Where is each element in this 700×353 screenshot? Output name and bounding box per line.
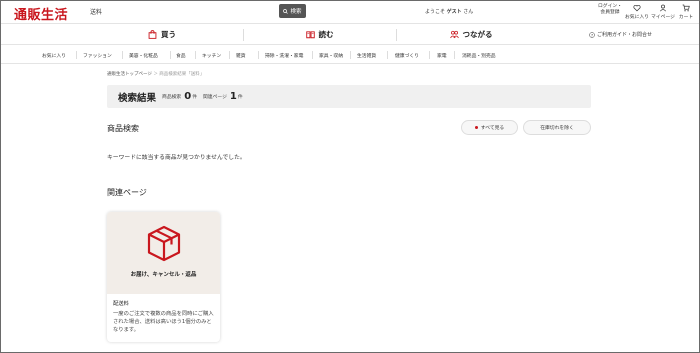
site-logo[interactable]: 通販生活 bbox=[14, 4, 68, 23]
mypage-label: マイページ bbox=[651, 15, 675, 20]
tab-connect[interactable]: つながる bbox=[396, 24, 546, 45]
category-item[interactable]: お気に入り bbox=[42, 52, 66, 59]
category-divider bbox=[258, 51, 259, 59]
category-divider bbox=[122, 51, 123, 59]
no-results-message: キーワードに該当する商品が見つかりませんでした。 bbox=[107, 155, 246, 161]
guide-label: ご利用ガイド・お問合せ bbox=[597, 32, 653, 38]
exclude-out-of-stock-button[interactable]: 在庫切れを除く bbox=[523, 120, 591, 135]
result-title: 検索結果 bbox=[118, 92, 157, 104]
heart-icon bbox=[633, 5, 641, 12]
cart-icon bbox=[682, 4, 690, 12]
category-item[interactable]: キッチン bbox=[202, 52, 221, 59]
card-image-caption: お届け、キャンセル・返品 bbox=[130, 272, 197, 278]
exclude-out-of-stock-label: 在庫切れを除く bbox=[540, 126, 574, 131]
category-divider bbox=[229, 51, 230, 59]
category-item[interactable]: 家電 bbox=[437, 52, 447, 59]
site-header: 通販生活 検索 ようこそ ゲスト さん ログイン・ 会員登録 お気に入り マイペ… bbox=[1, 1, 699, 23]
category-item[interactable]: 健康づくり bbox=[395, 52, 419, 59]
active-dot-icon bbox=[474, 126, 478, 129]
show-all-label: すべて見る bbox=[480, 126, 505, 131]
category-bar: お気に入り ファッション 美容・化粧品 食品 キッチン 雑貨 掃除・洗濯・家電 … bbox=[1, 46, 699, 64]
breadcrumb-current: 商品検索結果「送料」 bbox=[159, 72, 205, 77]
welcome-message: ようこそ ゲスト さん bbox=[425, 8, 473, 15]
people-icon bbox=[449, 30, 459, 39]
category-item[interactable]: 雑貨 bbox=[236, 52, 246, 59]
category-item[interactable]: 生活雑貨 bbox=[357, 52, 376, 59]
category-item[interactable]: 消耗品・別売品 bbox=[462, 52, 496, 59]
product-search-heading: 商品検索 bbox=[107, 124, 139, 133]
category-divider bbox=[350, 51, 351, 59]
breadcrumb-separator: ＞ bbox=[153, 72, 158, 77]
breadcrumb-home[interactable]: 通販生活トップページ bbox=[107, 72, 152, 77]
category-divider bbox=[76, 51, 77, 59]
page: 通販生活 検索 ようこそ ゲスト さん ログイン・ 会員登録 お気に入り マイペ… bbox=[0, 0, 700, 353]
favorites-label: お気に入り bbox=[625, 15, 649, 20]
tab-read-label: 読む bbox=[318, 30, 334, 39]
login-link[interactable]: ログイン・ 会員登録 bbox=[598, 4, 622, 16]
category-item[interactable]: 家具・収納 bbox=[319, 52, 343, 59]
search-button-label: 検索 bbox=[290, 9, 302, 15]
page-count-label: 関連ページ bbox=[203, 95, 227, 100]
welcome-user: ゲスト bbox=[446, 9, 462, 15]
search-input[interactable] bbox=[84, 4, 279, 18]
mypage-link[interactable]: マイページ bbox=[651, 4, 675, 20]
category-item[interactable]: 美容・化粧品 bbox=[129, 52, 158, 59]
cart-link[interactable]: カート bbox=[677, 4, 695, 20]
card-description: 一度のご注文で複数の商品を同時にご購入された場合、送料は高いほう1個分のみとなり… bbox=[113, 311, 214, 333]
card-title: 配送料 bbox=[113, 301, 129, 307]
welcome-suffix: さん bbox=[463, 9, 474, 15]
breadcrumb: 通販生活トップページ ＞ 商品検索結果「送料」 bbox=[107, 71, 204, 77]
tab-buy[interactable]: 買う bbox=[81, 24, 243, 45]
tab-buy-label: 買う bbox=[161, 30, 176, 39]
search-icon bbox=[283, 8, 289, 14]
category-item[interactable]: 掃除・洗濯・家電 bbox=[265, 52, 303, 59]
page-count: 1 bbox=[229, 91, 237, 102]
register-label: 会員登録 bbox=[600, 10, 620, 15]
search-button[interactable]: 検索 bbox=[279, 4, 306, 18]
category-divider bbox=[312, 51, 313, 59]
tab-connect-label: つながる bbox=[462, 30, 493, 39]
svg-text:?: ? bbox=[591, 32, 593, 37]
package-box-icon bbox=[147, 225, 181, 262]
tab-read[interactable]: 読む bbox=[243, 24, 396, 45]
welcome-prefix: ようこそ bbox=[425, 9, 446, 15]
card-image bbox=[107, 212, 220, 294]
product-count: 0 bbox=[184, 91, 192, 102]
category-divider bbox=[429, 51, 430, 59]
show-all-button[interactable]: すべて見る bbox=[461, 120, 518, 135]
book-icon bbox=[305, 31, 315, 39]
category-item[interactable]: ファッション bbox=[83, 52, 112, 59]
guide-link[interactable]: ? ご利用ガイド・お問合せ bbox=[589, 31, 652, 38]
user-icon bbox=[659, 4, 667, 12]
shopping-bag-icon bbox=[148, 30, 157, 39]
category-divider bbox=[387, 51, 388, 59]
related-page-card[interactable]: お届け、キャンセル・返品 配送料 一度のご注文で複数の商品を同時にご購入された場… bbox=[107, 212, 220, 342]
cart-label: カート bbox=[678, 15, 694, 20]
main-nav: 買う 読む つながる ? ご利用ガイド・お問合せ bbox=[1, 23, 699, 45]
related-pages-heading: 関連ページ bbox=[107, 188, 147, 197]
question-icon: ? bbox=[589, 31, 595, 38]
category-divider bbox=[195, 51, 196, 59]
category-item[interactable]: 食品 bbox=[176, 52, 186, 59]
favorites-link[interactable]: お気に入り bbox=[625, 4, 649, 20]
category-divider bbox=[170, 51, 171, 59]
product-count-label: 商品検索 bbox=[162, 95, 182, 100]
product-count-unit: 件 bbox=[192, 95, 197, 100]
category-divider bbox=[454, 51, 455, 59]
page-count-unit: 件 bbox=[237, 95, 243, 100]
search-result-summary: 検索結果 商品検索 0 件 関連ページ 1 件 bbox=[107, 85, 591, 108]
